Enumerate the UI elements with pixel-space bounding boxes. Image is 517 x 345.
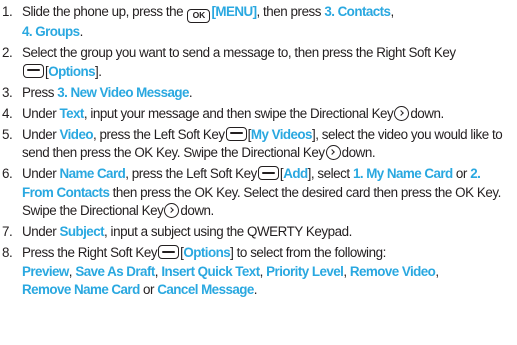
step-text: Slide the phone up, press the	[22, 4, 187, 19]
step-text: ] to select from the following:	[230, 245, 386, 261]
step-text: ], select	[307, 166, 353, 182]
remove-name-card-option: Remove Name Card	[22, 282, 140, 298]
step-number: 2.	[2, 44, 13, 60]
step-text: Press	[22, 84, 58, 100]
step-text: Under	[22, 224, 60, 240]
name-card-field-label: Name Card	[59, 166, 126, 182]
directional-key-icon	[394, 105, 410, 121]
step-text: , then press	[256, 4, 325, 19]
step-text: Under	[22, 166, 60, 182]
options-label: Options	[48, 63, 96, 79]
step-2: 2. Select the group you want to send a m…	[2, 44, 513, 81]
video-field-label: Video	[59, 126, 94, 142]
groups-option: 4. Groups	[22, 24, 80, 39]
step-number: 7.	[2, 224, 13, 240]
step-text: , press the Left Soft Key	[125, 166, 257, 182]
step-text: Select the group you want to send a mess…	[22, 44, 456, 60]
step-text: , input a subject using the QWERTY Keypa…	[104, 224, 352, 240]
left-soft-key-icon	[257, 166, 279, 181]
my-videos-label: My Videos	[250, 126, 313, 142]
add-label: Add	[283, 166, 308, 182]
step-text: .	[79, 24, 84, 39]
step-5: 5. Under Video, press the Left Soft Key[…	[2, 126, 513, 163]
cancel-message-option: Cancel Message	[157, 282, 254, 298]
step-text: ,	[435, 263, 439, 279]
save-as-draft-option: Save As Draft	[75, 263, 155, 279]
text-field-label: Text	[59, 105, 85, 121]
subject-field-label: Subject	[59, 224, 105, 240]
step-text: Press the Right Soft Key	[22, 245, 158, 261]
step-1: 1. Slide the phone up, press the OK [MENU…	[2, 3, 513, 42]
my-name-card-option: 1. My Name Card	[352, 166, 453, 182]
step-text: .	[188, 84, 193, 100]
ok-key-icon: OK	[187, 9, 211, 23]
step-text: Under	[22, 126, 60, 142]
directional-key-icon	[325, 145, 341, 161]
step-text: down.	[180, 203, 214, 219]
remove-video-option: Remove Video	[349, 263, 436, 279]
step-number: 5.	[2, 126, 13, 142]
menu-label: [MENU]	[211, 4, 257, 19]
right-soft-key-icon	[23, 63, 44, 78]
step-number: 1.	[2, 4, 13, 19]
step-text: down.	[341, 145, 376, 161]
step-text: or	[139, 282, 158, 298]
step-text: ].	[95, 63, 102, 79]
step-number: 6.	[2, 166, 13, 182]
right-soft-key-icon	[158, 245, 180, 260]
options-label: Options	[183, 245, 231, 261]
step-number: 4.	[2, 105, 13, 121]
left-soft-key-icon	[225, 126, 247, 141]
step-4: 4. Under Text, input your message and th…	[2, 105, 513, 124]
step-text: Under	[22, 105, 60, 121]
contacts-option: 3. Contacts	[324, 4, 391, 19]
step-8: 8. Press the Right Soft Key [Options] to …	[2, 244, 513, 300]
step-text: ,	[390, 4, 394, 19]
insert-quick-text-option: Insert Quick Text	[161, 263, 260, 279]
step-text: , press the Left Soft Key	[92, 126, 225, 142]
directional-key-icon	[164, 203, 180, 219]
step-text: or	[452, 166, 471, 182]
step-7: 7. Under Subject, input a subject using …	[2, 223, 513, 242]
step-text: , input your message and then swipe the …	[83, 105, 394, 121]
step-text: down.	[410, 105, 444, 121]
step-3: 3. Press 3. New Video Message.	[2, 84, 513, 103]
step-number: 8.	[2, 245, 13, 261]
priority-level-option: Priority Level	[266, 263, 344, 279]
preview-option: Preview	[22, 263, 69, 279]
step-list: 1. Slide the phone up, press the OK [MENU…	[2, 3, 513, 300]
step-6: 6. Under Name Card, press the Left Soft …	[2, 165, 513, 221]
step-number: 3.	[2, 84, 13, 100]
new-video-message-option: 3. New Video Message	[57, 84, 189, 100]
step-text: .	[253, 282, 258, 298]
instructions-page: 1. Slide the phone up, press the OK [MENU…	[0, 0, 517, 345]
